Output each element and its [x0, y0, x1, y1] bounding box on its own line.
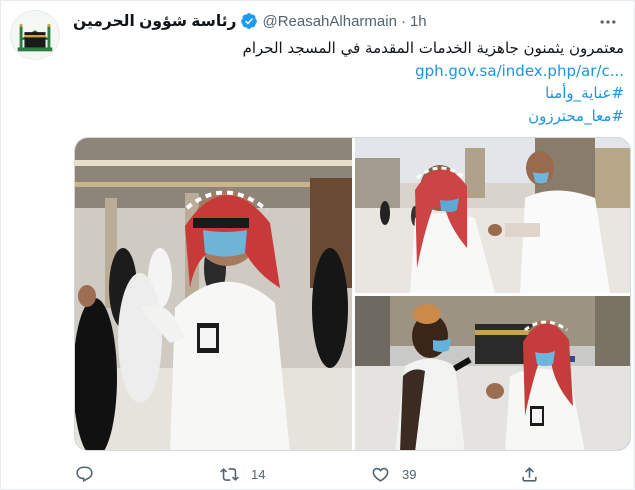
tweet-link[interactable]: gph.gov.sa/index.php/ar/c... [72, 60, 624, 83]
heart-icon [372, 467, 389, 482]
separator-dot: · [400, 12, 406, 30]
share-button[interactable] [520, 465, 539, 484]
retweet-icon [220, 467, 239, 481]
media-grid [74, 137, 631, 451]
more-options-icon[interactable] [598, 12, 618, 37]
tweet-card[interactable]: رئاسة شؤون الحرمين @ReasahAlharmain · 1h… [0, 0, 635, 490]
share-icon [522, 466, 537, 482]
reply-button[interactable] [75, 465, 106, 484]
action-bar: 14 39 [73, 463, 628, 485]
tweet-text: معتمرون يثمنون جاهزية الخدمات المقدمة في… [72, 37, 624, 127]
reply-icon [76, 466, 93, 482]
photo-pilgrim-interview[interactable] [355, 296, 630, 450]
hashtag-link[interactable]: #معا_محترزون [72, 105, 624, 128]
tweet-header: رئاسة شؤون الحرمين @ReasahAlharmain · 1h [73, 10, 622, 32]
photo-pilgrims-talking[interactable] [355, 138, 630, 293]
like-button[interactable]: 39 [371, 465, 416, 484]
hashtag-link[interactable]: #عناية_وأمنا [72, 82, 624, 105]
verified-badge-icon [241, 13, 258, 29]
like-count: 39 [402, 466, 417, 482]
avatar[interactable] [10, 10, 60, 60]
tweet-body: معتمرون يثمنون جاهزية الخدمات المقدمة في… [242, 39, 624, 57]
retweet-count: 14 [251, 466, 266, 482]
kaaba-logo-icon [11, 11, 59, 59]
display-name[interactable]: رئاسة شؤون الحرمين [73, 12, 236, 31]
user-handle[interactable]: @ReasahAlharmain [262, 13, 396, 30]
photo-official-mosque[interactable] [75, 138, 352, 450]
tweet-time[interactable]: 1h [410, 13, 427, 30]
retweet-button[interactable]: 14 [220, 465, 265, 484]
